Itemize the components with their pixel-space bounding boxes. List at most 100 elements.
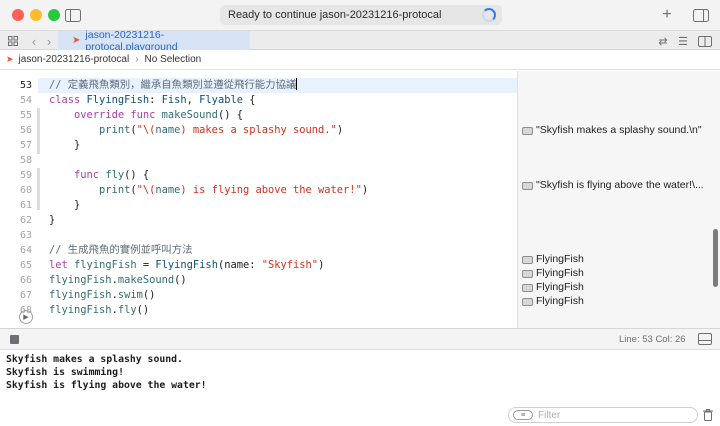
line-number: 59 — [19, 170, 32, 181]
grid-icon[interactable] — [4, 32, 22, 50]
line-number: 65 — [19, 260, 32, 271]
jumpbar-file[interactable]: jason-20231216-protocal — [19, 54, 130, 65]
stop-icon[interactable] — [10, 335, 19, 344]
code-line-65[interactable]: let flyingFish = FlyingFish(name: "Skyfi… — [49, 258, 324, 273]
code-variable: flyingFish — [49, 304, 112, 316]
scrollbar[interactable] — [713, 229, 718, 287]
code-string: "\( — [136, 124, 156, 136]
code-string: "\( — [136, 184, 156, 196]
filter-icon[interactable]: ≡ — [513, 410, 533, 420]
code-punct: () — [142, 289, 156, 301]
code-function: fly — [105, 169, 125, 181]
code-string: ) makes a splashy sound." — [180, 124, 337, 136]
result-eye-icon[interactable] — [522, 297, 533, 306]
code-function: fly — [117, 304, 137, 316]
code-function: print — [99, 184, 131, 196]
split-icon[interactable] — [696, 32, 714, 50]
tab-playground[interactable]: ➤ jason-20231216-protocal.playground — [58, 29, 250, 53]
result-item[interactable]: "Skyfish is flying above the water!\... — [522, 178, 704, 193]
filter-field[interactable]: ≡ Filter — [508, 407, 698, 423]
line-number: 58 — [19, 155, 32, 166]
code-punct: (name: — [217, 259, 262, 271]
swift-icon: ➤ — [6, 54, 14, 64]
code-function: makeSound — [161, 109, 218, 121]
panel-toggle-icon[interactable] — [698, 333, 712, 345]
code-type: FlyingFish — [155, 259, 218, 271]
code-punct: () { — [217, 109, 243, 121]
result-value: FlyingFish — [536, 267, 584, 279]
code-punct: ) — [361, 184, 369, 196]
line-number-gutter: 53 54 55 56 57 58 59 60 61 62 63 64 65 6… — [0, 71, 38, 328]
code-line-55[interactable]: override func makeSound() { — [49, 108, 243, 123]
code-line-61[interactable]: } — [49, 198, 80, 213]
code-line-68[interactable]: flyingFish.fly() — [49, 303, 149, 318]
line-number: 60 — [19, 185, 32, 196]
code-punct: : — [149, 94, 162, 106]
zoom-window-button[interactable] — [48, 9, 60, 21]
code-line-59[interactable]: func fly() { — [49, 168, 149, 183]
code-type: FlyingFish — [86, 94, 150, 106]
console-line: Skyfish is flying above the water! — [6, 380, 207, 391]
code-punct: { — [242, 94, 256, 106]
code-line-56[interactable]: print("\(name) makes a splashy sound.") — [49, 123, 343, 138]
forward-icon[interactable]: › — [40, 32, 58, 50]
line-col-indicator: Line: 53 Col: 26 — [619, 334, 686, 345]
activity-status: Ready to continue jason-20231216-protoca… — [220, 5, 502, 25]
swap-icon[interactable]: ⇄ — [654, 32, 672, 50]
line-number: 53 — [19, 80, 32, 91]
console-area[interactable]: Skyfish makes a splashy sound. Skyfish i… — [0, 350, 720, 426]
code-line-53[interactable]: // 定義飛魚類別，繼承自魚類別並遵從飛行能力協議 — [49, 78, 298, 93]
result-item[interactable]: FlyingFish — [522, 252, 584, 267]
code-line-67[interactable]: flyingFish.swim() — [49, 288, 155, 303]
code-keyword: func — [130, 109, 156, 121]
title-bar: Ready to continue jason-20231216-protoca… — [0, 0, 720, 30]
code-punct: () { — [124, 169, 150, 181]
code-line-66[interactable]: flyingFish.makeSound() — [49, 273, 187, 288]
swift-icon: ➤ — [72, 35, 81, 46]
line-number: 62 — [19, 215, 32, 226]
result-item[interactable]: FlyingFish — [522, 280, 584, 295]
code-line-54[interactable]: class FlyingFish: Fish, Flyable { — [49, 93, 255, 108]
code-variable: flyingFish — [74, 259, 137, 271]
result-item[interactable]: "Skyfish makes a splashy sound.\n" — [522, 123, 702, 138]
result-eye-icon[interactable] — [522, 181, 533, 190]
result-eye-icon[interactable] — [522, 126, 533, 135]
close-window-button[interactable] — [12, 9, 24, 21]
code-string: ) is flying above the water!" — [180, 184, 362, 196]
code-punct: , — [186, 94, 200, 106]
debug-bar: Line: 53 Col: 26 — [0, 328, 720, 350]
sidebar-toggle-icon[interactable] — [64, 6, 82, 24]
minimize-window-button[interactable] — [30, 9, 42, 21]
line-number: 61 — [19, 200, 32, 211]
filter-placeholder: Filter — [538, 409, 561, 421]
jumpbar-selection[interactable]: No Selection — [145, 54, 202, 65]
code-variable: name — [155, 184, 181, 196]
code-editor[interactable]: 53 54 55 56 57 58 59 60 61 62 63 64 65 6… — [0, 71, 517, 328]
line-number: 64 — [19, 245, 32, 256]
code-string: "Skyfish" — [261, 259, 319, 271]
code-punct: } — [49, 214, 56, 226]
code-variable: flyingFish — [49, 274, 112, 286]
inspector-toggle-icon[interactable] — [692, 6, 710, 24]
code-line-62[interactable]: } — [49, 213, 55, 228]
result-eye-icon[interactable] — [522, 283, 533, 292]
chevron-right-icon: › — [135, 54, 139, 65]
result-eye-icon[interactable] — [522, 255, 533, 264]
code-punct: () — [136, 304, 150, 316]
code-line-60[interactable]: print("\(name) is flying above the water… — [49, 183, 368, 198]
result-eye-icon[interactable] — [522, 269, 533, 278]
result-item[interactable]: FlyingFish — [522, 266, 584, 281]
code-line-64[interactable]: // 生成飛魚的實例並呼叫方法 — [49, 243, 192, 258]
run-icon[interactable]: ▶ — [19, 310, 33, 324]
code-line-57[interactable]: } — [49, 138, 80, 153]
list-icon[interactable]: ☰ — [674, 32, 692, 50]
line-number: 54 — [19, 95, 32, 106]
line-number: 57 — [19, 140, 32, 151]
code-keyword: let — [49, 259, 68, 271]
trash-icon[interactable] — [703, 409, 713, 421]
code-function: swim — [117, 289, 143, 301]
add-icon[interactable]: + — [658, 6, 676, 24]
result-value: "Skyfish makes a splashy sound.\n" — [536, 124, 702, 136]
code-comment: // 生成飛魚的實例並呼叫方法 — [49, 244, 193, 256]
result-item[interactable]: FlyingFish — [522, 294, 584, 309]
